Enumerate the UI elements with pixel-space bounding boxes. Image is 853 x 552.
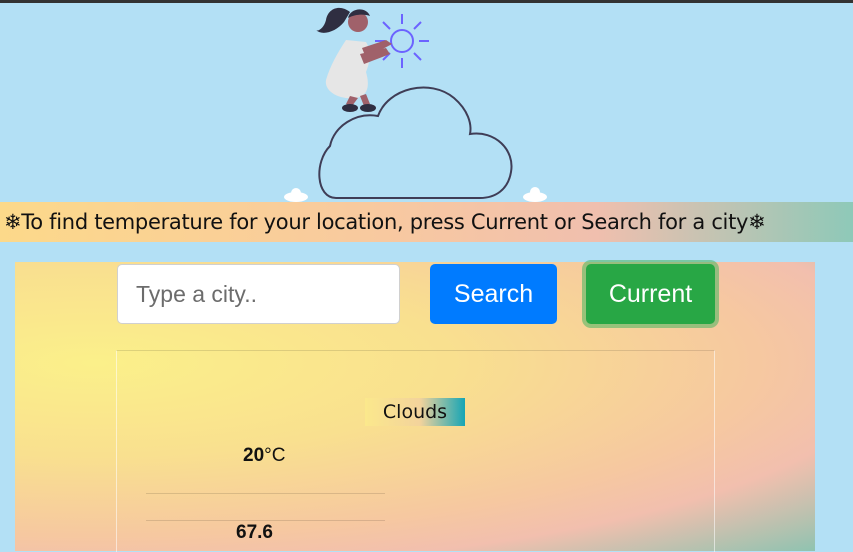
- temperature-value: 20: [243, 445, 265, 466]
- weather-condition-badge: Clouds: [365, 398, 465, 426]
- woman-figure: [316, 7, 392, 112]
- woman-on-cloud-illustration: [284, 7, 547, 202]
- hero-illustration: [0, 0, 853, 205]
- divider: [146, 493, 385, 494]
- instruction-banner: ❄To find temperature for your location, …: [0, 202, 853, 242]
- temperature-display: 20°C: [243, 445, 285, 467]
- secondary-value: 67.6: [236, 522, 273, 543]
- small-cloud-left-icon: [284, 188, 308, 202]
- city-search-input[interactable]: [117, 264, 400, 324]
- temperature-unit: °C: [264, 445, 286, 466]
- small-cloud-right-icon: [523, 187, 547, 202]
- current-location-button[interactable]: Current: [586, 264, 715, 324]
- divider: [146, 520, 385, 521]
- instruction-text: ❄To find temperature for your location, …: [4, 210, 766, 234]
- weather-card: [116, 350, 715, 552]
- search-button[interactable]: Search: [430, 264, 557, 324]
